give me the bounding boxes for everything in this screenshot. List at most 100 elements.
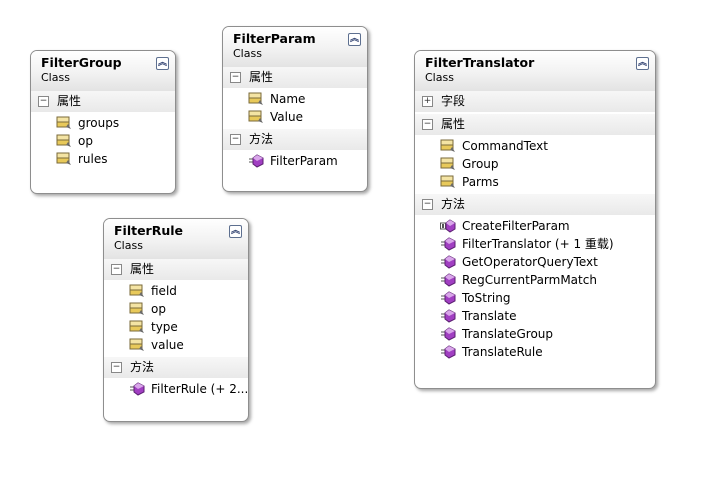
method-item[interactable]: TranslateRule	[415, 343, 655, 361]
member-name: rules	[78, 152, 108, 166]
minus-toggle-icon[interactable]: −	[111, 362, 122, 373]
member-list: FilterRule (+ 2...	[104, 378, 248, 401]
method-icon	[441, 309, 456, 323]
member-name: value	[151, 338, 184, 352]
double-chevron-up-icon[interactable]: ︽	[636, 57, 649, 70]
property-icon	[440, 175, 455, 188]
method-item[interactable]: ToString	[415, 289, 655, 307]
property-icon	[129, 338, 144, 351]
section-methods[interactable]: − 方法	[223, 129, 367, 150]
class-header: FilterRule Class ︽	[104, 219, 248, 259]
member-list: groups op rules	[31, 112, 175, 171]
minus-toggle-icon[interactable]: −	[230, 134, 241, 145]
property-item[interactable]: Parms	[415, 173, 655, 191]
property-item[interactable]: value	[104, 336, 248, 354]
class-box-filtergroup[interactable]: FilterGroup Class ︽ − 属性 groups op rules	[30, 50, 176, 194]
member-name: groups	[78, 116, 120, 130]
minus-toggle-icon[interactable]: −	[422, 119, 433, 130]
section-properties[interactable]: − 属性	[415, 114, 655, 135]
method-icon	[441, 237, 456, 251]
method-icon	[441, 273, 456, 287]
static-method-icon	[440, 219, 456, 233]
method-item[interactable]: FilterRule (+ 2...	[104, 380, 248, 398]
class-kind-label: Class	[233, 47, 262, 60]
member-list: FilterParam	[223, 150, 367, 173]
property-item[interactable]: groups	[31, 114, 175, 132]
member-name: Parms	[462, 175, 499, 189]
class-box-filtertranslator[interactable]: FilterTranslator Class ︽ + 字段 − 属性 Comma…	[414, 50, 656, 389]
class-title: FilterTranslator	[425, 55, 535, 70]
method-item[interactable]: CreateFilterParam	[415, 217, 655, 235]
member-name: FilterTranslator (+ 1 重载)	[462, 237, 614, 251]
minus-toggle-icon[interactable]: −	[111, 264, 122, 275]
method-item[interactable]: RegCurrentParmMatch	[415, 271, 655, 289]
method-item[interactable]: FilterTranslator (+ 1 重载)	[415, 235, 655, 253]
method-item[interactable]: Translate	[415, 307, 655, 325]
member-name: TranslateGroup	[462, 327, 554, 341]
member-name: CreateFilterParam	[462, 219, 570, 233]
member-name: TranslateRule	[462, 345, 543, 359]
property-item[interactable]: CommandText	[415, 137, 655, 155]
property-icon	[129, 320, 144, 333]
class-kind-label: Class	[425, 71, 454, 84]
property-icon	[248, 92, 263, 105]
member-name: FilterRule (+ 2...	[151, 382, 249, 396]
minus-toggle-icon[interactable]: −	[38, 96, 49, 107]
method-item[interactable]: GetOperatorQueryText	[415, 253, 655, 271]
class-box-filterrule[interactable]: FilterRule Class ︽ − 属性 field op type va…	[103, 218, 249, 422]
method-icon	[441, 327, 456, 341]
property-item[interactable]: Group	[415, 155, 655, 173]
method-icon	[130, 382, 145, 396]
section-label: 方法	[441, 197, 466, 211]
minus-toggle-icon[interactable]: −	[230, 72, 241, 83]
property-item[interactable]: rules	[31, 150, 175, 168]
property-icon	[440, 157, 455, 170]
section-label: 方法	[249, 132, 274, 146]
class-header: FilterGroup Class ︽	[31, 51, 175, 91]
double-chevron-up-icon[interactable]: ︽	[348, 33, 361, 46]
property-item[interactable]: Value	[223, 108, 367, 126]
double-chevron-up-icon[interactable]: ︽	[229, 225, 242, 238]
method-item[interactable]: TranslateGroup	[415, 325, 655, 343]
property-item[interactable]: type	[104, 318, 248, 336]
class-kind-label: Class	[114, 239, 143, 252]
section-properties[interactable]: − 属性	[104, 259, 248, 280]
method-icon	[441, 291, 456, 305]
member-name: CommandText	[462, 139, 548, 153]
class-box-filterparam[interactable]: FilterParam Class ︽ − 属性 Name Value − 方法…	[222, 26, 368, 192]
property-item[interactable]: field	[104, 282, 248, 300]
section-label: 属性	[441, 117, 466, 131]
section-properties[interactable]: − 属性	[223, 67, 367, 88]
member-name: Name	[270, 92, 306, 106]
double-chevron-up-icon[interactable]: ︽	[156, 57, 169, 70]
method-item[interactable]: FilterParam	[223, 152, 367, 170]
section-label: 方法	[130, 360, 155, 374]
section-methods[interactable]: − 方法	[415, 194, 655, 215]
plus-toggle-icon[interactable]: +	[422, 96, 433, 107]
property-item[interactable]: op	[31, 132, 175, 150]
property-item[interactable]: Name	[223, 90, 367, 108]
class-title: FilterParam	[233, 31, 316, 46]
member-list: CommandText Group Parms	[415, 135, 655, 194]
member-list: Name Value	[223, 88, 367, 129]
member-name: Translate	[462, 309, 517, 323]
property-icon	[248, 110, 263, 123]
method-icon	[441, 255, 456, 269]
member-name: field	[151, 284, 177, 298]
property-item[interactable]: op	[104, 300, 248, 318]
method-icon	[249, 154, 264, 168]
property-icon	[56, 134, 71, 147]
member-list: field op type value	[104, 280, 248, 357]
section-label: 属性	[57, 94, 82, 108]
section-properties[interactable]: − 属性	[31, 91, 175, 112]
section-methods[interactable]: − 方法	[104, 357, 248, 378]
member-name: ToString	[462, 291, 511, 305]
member-name: RegCurrentParmMatch	[462, 273, 597, 287]
property-icon	[56, 116, 71, 129]
section-fields[interactable]: + 字段	[415, 91, 655, 112]
minus-toggle-icon[interactable]: −	[422, 199, 433, 210]
member-name: FilterParam	[270, 154, 338, 168]
section-label: 字段	[441, 94, 466, 108]
section-label: 属性	[130, 262, 155, 276]
property-icon	[129, 302, 144, 315]
